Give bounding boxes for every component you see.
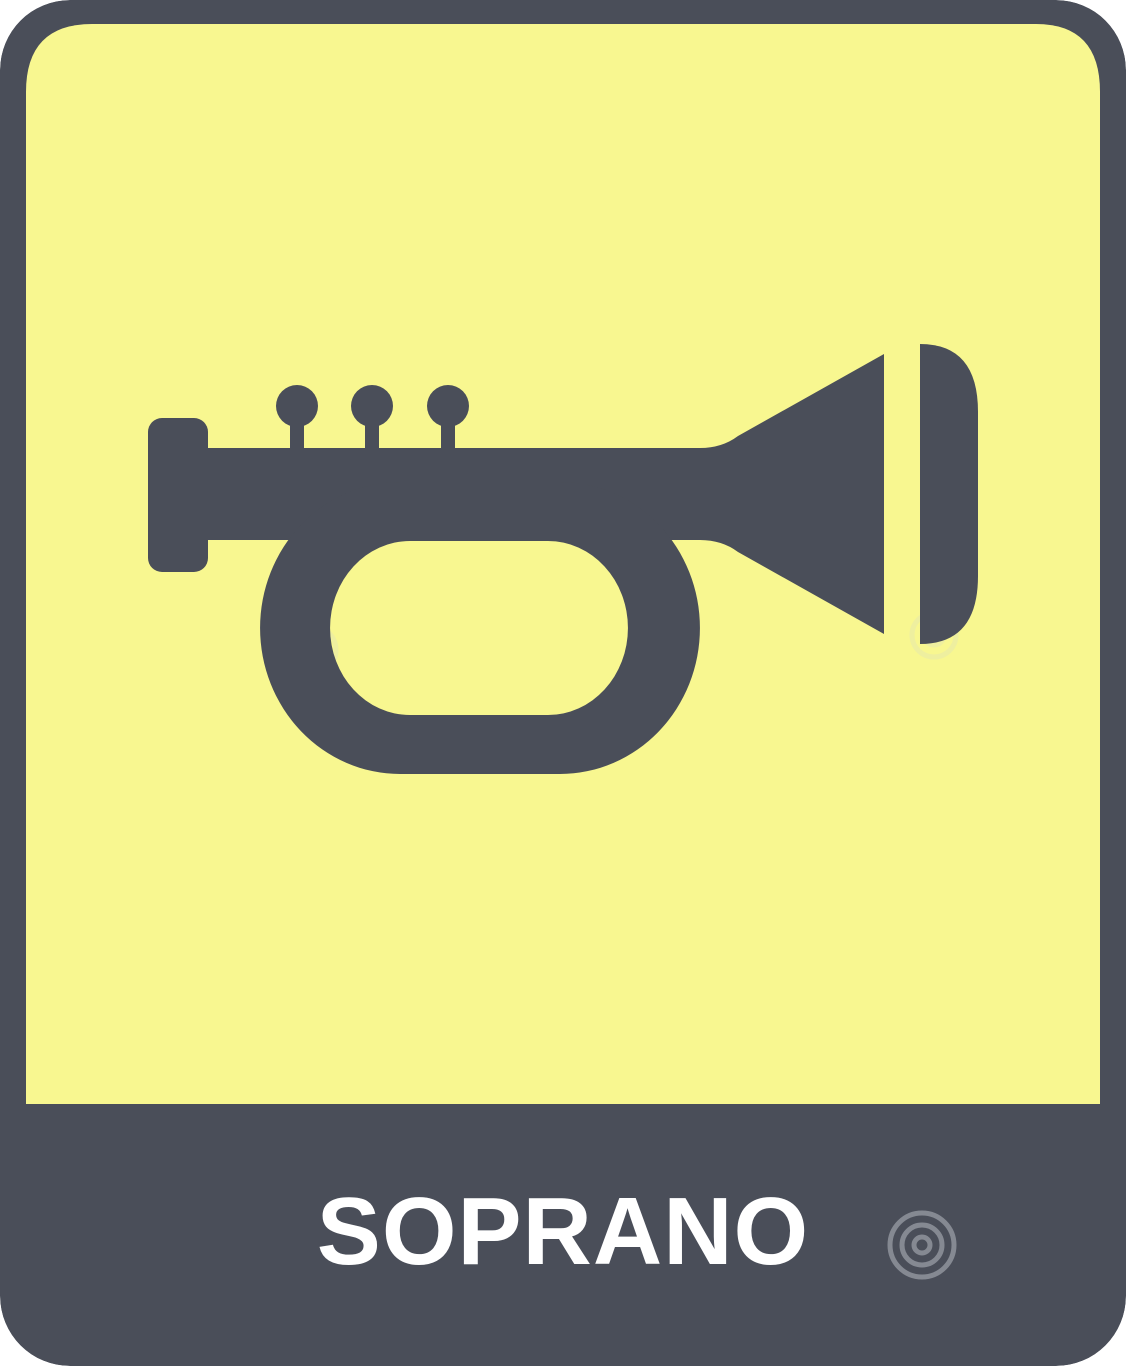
trumpet-valve-stem-1 (290, 412, 304, 452)
instrument-card: SOPRANO (0, 0, 1126, 1366)
trumpet-mouthpiece (148, 418, 208, 572)
instrument-label: SOPRANO (316, 1178, 810, 1285)
trumpet-valve-stem-3 (441, 412, 455, 452)
trumpet-bell-rim (920, 344, 978, 644)
card-artwork (0, 0, 1126, 1366)
trumpet-valve-stem-2 (365, 412, 379, 452)
